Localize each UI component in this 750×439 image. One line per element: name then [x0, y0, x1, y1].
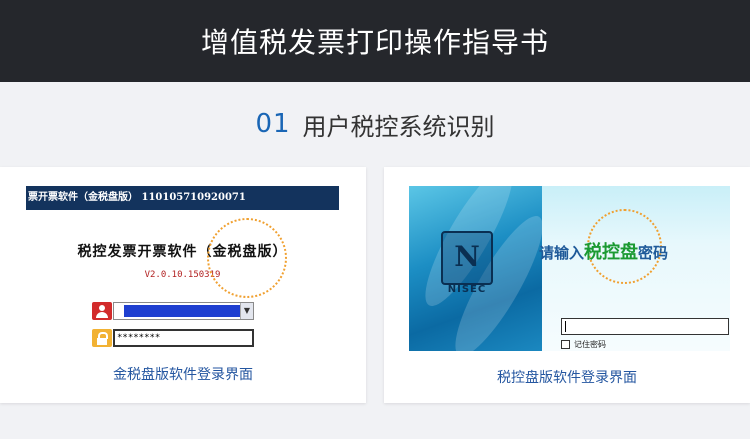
- remember-label: 记住密码: [574, 340, 606, 349]
- lock-icon: [92, 329, 112, 347]
- page-title: 增值税发票打印操作指导书: [200, 26, 549, 59]
- window-titlebar: 票开票软件（金税盘版） 110105710920071: [26, 186, 339, 210]
- highlight-circle: [207, 218, 287, 298]
- brand-background: N NISEC: [409, 186, 557, 351]
- shuikongpan-panel: N NISEC 请输入税控盘密码 记住密码 税控盘版软件登录界面: [384, 167, 750, 403]
- page-header: 增值税发票打印操作指导书: [0, 0, 750, 82]
- selected-user-highlight: [124, 305, 240, 317]
- password-prompt: 请输入税控盘密码: [539, 238, 668, 264]
- prompt-suffix: 密码: [638, 244, 669, 262]
- section-title: 用户税控系统识别: [302, 112, 495, 141]
- password-input[interactable]: [561, 318, 729, 335]
- remember-password[interactable]: 记住密码: [561, 339, 606, 350]
- user-icon: [92, 302, 112, 320]
- shuikongpan-login-screenshot: N NISEC 请输入税控盘密码 记住密码: [409, 186, 730, 351]
- remember-checkbox[interactable]: [561, 340, 570, 349]
- nisec-logo-text: NISEC: [447, 284, 487, 295]
- prompt-prefix: 请输入: [539, 244, 585, 262]
- jinshuipan-panel: 票开票软件（金税盘版） 110105710920071 税控发票开票软件（金税盘…: [0, 167, 366, 403]
- section-number: 01: [255, 109, 291, 139]
- jinshuipan-login-screenshot: 票开票软件（金税盘版） 110105710920071 税控发票开票软件（金税盘…: [26, 186, 339, 354]
- user-select[interactable]: ▼: [113, 302, 254, 320]
- product-name: 税控发票开票软件（金税盘版）: [77, 244, 288, 260]
- shuikongpan-caption: 税控盘版软件登录界面: [497, 370, 637, 386]
- chevron-down-icon[interactable]: ▼: [240, 303, 253, 319]
- section-heading: 01 用户税控系统识别: [0, 104, 750, 144]
- version-label: V2.0.10.150319: [144, 270, 221, 280]
- password-field[interactable]: ********: [113, 329, 254, 347]
- jinshuipan-caption: 金税盘版软件登录界面: [113, 367, 253, 383]
- nisec-logo: N: [441, 231, 493, 285]
- prompt-highlight: 税控盘: [584, 242, 639, 263]
